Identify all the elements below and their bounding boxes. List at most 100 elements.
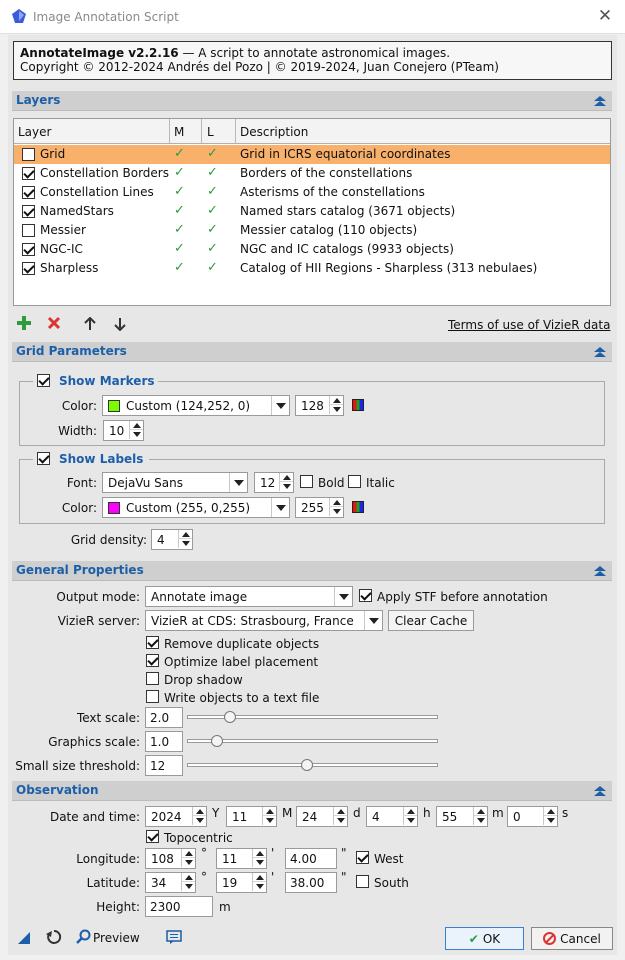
spin-up-icon[interactable] xyxy=(329,396,343,405)
graphics-scale-slider[interactable] xyxy=(187,739,438,743)
marker-width-spinbox[interactable]: 10 xyxy=(103,420,144,441)
italic-checkbox[interactable] xyxy=(348,475,361,488)
close-icon[interactable]: ✕ xyxy=(596,6,614,26)
spin-up-icon[interactable] xyxy=(333,807,347,816)
spin-down-icon[interactable] xyxy=(279,482,293,491)
color-picker-icon[interactable] xyxy=(352,399,364,411)
longitude-seconds-input[interactable]: 4.00 xyxy=(285,848,337,869)
spin-down-icon[interactable] xyxy=(333,816,347,825)
new-instance-icon[interactable] xyxy=(17,931,31,945)
label-color-select[interactable]: Custom (255, 0,255) xyxy=(102,497,290,518)
spin-down-icon[interactable] xyxy=(329,507,343,516)
spin-up-icon[interactable] xyxy=(181,849,195,858)
spin-down-icon[interactable] xyxy=(192,816,206,825)
marker-check-icon[interactable]: ✓ xyxy=(174,203,185,218)
spin-down-icon[interactable] xyxy=(181,882,195,891)
spin-down-icon[interactable] xyxy=(403,816,417,825)
label-alpha-spinbox[interactable]: 255 xyxy=(295,497,344,518)
terms-of-use-link[interactable]: Terms of use of VizieR data xyxy=(448,318,610,332)
spin-up-icon[interactable] xyxy=(473,807,487,816)
apply-stf-checkbox[interactable] xyxy=(359,589,372,602)
south-checkbox[interactable] xyxy=(356,875,369,888)
color-picker-icon[interactable] xyxy=(352,501,364,513)
marker-check-icon[interactable]: ✓ xyxy=(174,222,185,237)
layers-table[interactable]: Layer M L Description Grid ✓ ✓ Grid in ICRS… xyxy=(13,118,611,306)
layer-visible-checkbox[interactable] xyxy=(22,186,35,199)
spin-down-icon[interactable] xyxy=(129,430,143,439)
topocentric-checkbox[interactable] xyxy=(146,830,159,843)
latitude-minutes-spinbox[interactable]: 19 xyxy=(216,872,267,893)
table-row[interactable]: Constellation Lines ✓ ✓ Asterisms of the co… xyxy=(14,183,610,202)
spin-down-icon[interactable] xyxy=(252,858,266,867)
marker-check-icon[interactable]: ✓ xyxy=(174,184,185,199)
reset-icon[interactable] xyxy=(45,928,63,946)
col-l[interactable]: L xyxy=(207,125,214,139)
preview-button[interactable]: Preview xyxy=(93,931,140,945)
latitude-degrees-spinbox[interactable]: 34 xyxy=(145,872,196,893)
marker-check-icon[interactable]: ✓ xyxy=(174,146,185,161)
collapse-icon[interactable] xyxy=(593,564,607,578)
section-observation[interactable]: Observation xyxy=(12,781,612,801)
second-spinbox[interactable]: 0 xyxy=(507,806,558,827)
spin-up-icon[interactable] xyxy=(543,807,557,816)
marker-check-icon[interactable]: ✓ xyxy=(174,241,185,256)
west-checkbox[interactable] xyxy=(356,851,369,864)
spin-up-icon[interactable] xyxy=(279,473,293,482)
spin-up-icon[interactable] xyxy=(178,530,192,539)
latitude-seconds-input[interactable]: 38.00 xyxy=(285,872,337,893)
col-layer[interactable]: Layer xyxy=(18,125,51,139)
height-input[interactable]: 2300 xyxy=(145,896,213,917)
spin-down-icon[interactable] xyxy=(178,539,192,548)
layer-visible-checkbox[interactable] xyxy=(22,148,35,161)
marker-color-select[interactable]: Custom (124,252, 0) xyxy=(102,395,290,416)
day-spinbox[interactable]: 24 xyxy=(296,806,348,827)
collapse-icon[interactable] xyxy=(593,784,607,798)
label-check-icon[interactable]: ✓ xyxy=(207,241,218,256)
threshold-input[interactable]: 12 xyxy=(145,755,183,776)
spin-up-icon[interactable] xyxy=(329,498,343,507)
month-spinbox[interactable]: 11 xyxy=(226,806,277,827)
label-check-icon[interactable]: ✓ xyxy=(207,184,218,199)
add-layer-icon[interactable] xyxy=(17,316,31,330)
move-down-icon[interactable] xyxy=(114,317,126,332)
longitude-degrees-spinbox[interactable]: 108 xyxy=(145,848,196,869)
text-scale-input[interactable]: 2.0 xyxy=(145,707,183,728)
longitude-minutes-spinbox[interactable]: 11 xyxy=(216,848,267,869)
spin-up-icon[interactable] xyxy=(252,873,266,882)
grid-density-spinbox[interactable]: 4 xyxy=(151,529,193,550)
graphics-scale-slider-handle[interactable] xyxy=(211,735,224,747)
section-layers[interactable]: Layers xyxy=(12,91,612,111)
spin-down-icon[interactable] xyxy=(252,882,266,891)
graphics-scale-input[interactable]: 1.0 xyxy=(145,731,183,752)
label-check-icon[interactable]: ✓ xyxy=(207,146,218,161)
collapse-icon[interactable] xyxy=(593,345,607,359)
show-labels-checkbox[interactable] xyxy=(37,452,50,465)
show-markers-checkbox[interactable] xyxy=(37,374,50,387)
table-row[interactable]: Messier ✓ ✓ Messier catalog (110 objects) xyxy=(14,221,610,240)
clear-cache-button[interactable]: Clear Cache xyxy=(388,610,474,631)
spin-up-icon[interactable] xyxy=(262,807,276,816)
table-row[interactable]: Sharpless ✓ ✓ Catalog of HII Regions - Shar… xyxy=(14,259,610,278)
label-check-icon[interactable]: ✓ xyxy=(207,165,218,180)
layer-visible-checkbox[interactable] xyxy=(22,262,35,275)
year-spinbox[interactable]: 2024 xyxy=(145,806,207,827)
table-row[interactable]: Constellation Borders ✓ ✓ Borders of the co… xyxy=(14,164,610,183)
spin-down-icon[interactable] xyxy=(262,816,276,825)
spin-up-icon[interactable] xyxy=(181,873,195,882)
layer-visible-checkbox[interactable] xyxy=(22,205,35,218)
section-grid-parameters[interactable]: Grid Parameters xyxy=(12,342,612,362)
delete-layer-icon[interactable] xyxy=(47,316,61,330)
text-scale-slider-handle[interactable] xyxy=(223,711,236,723)
layer-visible-checkbox[interactable] xyxy=(22,167,35,180)
documentation-icon[interactable] xyxy=(166,930,182,945)
ok-button[interactable]: ✔ OK xyxy=(445,927,524,950)
col-m[interactable]: M xyxy=(174,125,184,139)
marker-check-icon[interactable]: ✓ xyxy=(174,165,185,180)
section-general-properties[interactable]: General Properties xyxy=(12,561,612,581)
bold-checkbox[interactable] xyxy=(300,475,313,488)
option-checkbox[interactable] xyxy=(146,636,159,649)
option-checkbox[interactable] xyxy=(146,654,159,667)
table-row[interactable]: NGC-IC ✓ ✓ NGC and IC catalogs (9933 object… xyxy=(14,240,610,259)
cancel-button[interactable]: Cancel xyxy=(531,927,613,950)
marker-check-icon[interactable]: ✓ xyxy=(174,260,185,275)
